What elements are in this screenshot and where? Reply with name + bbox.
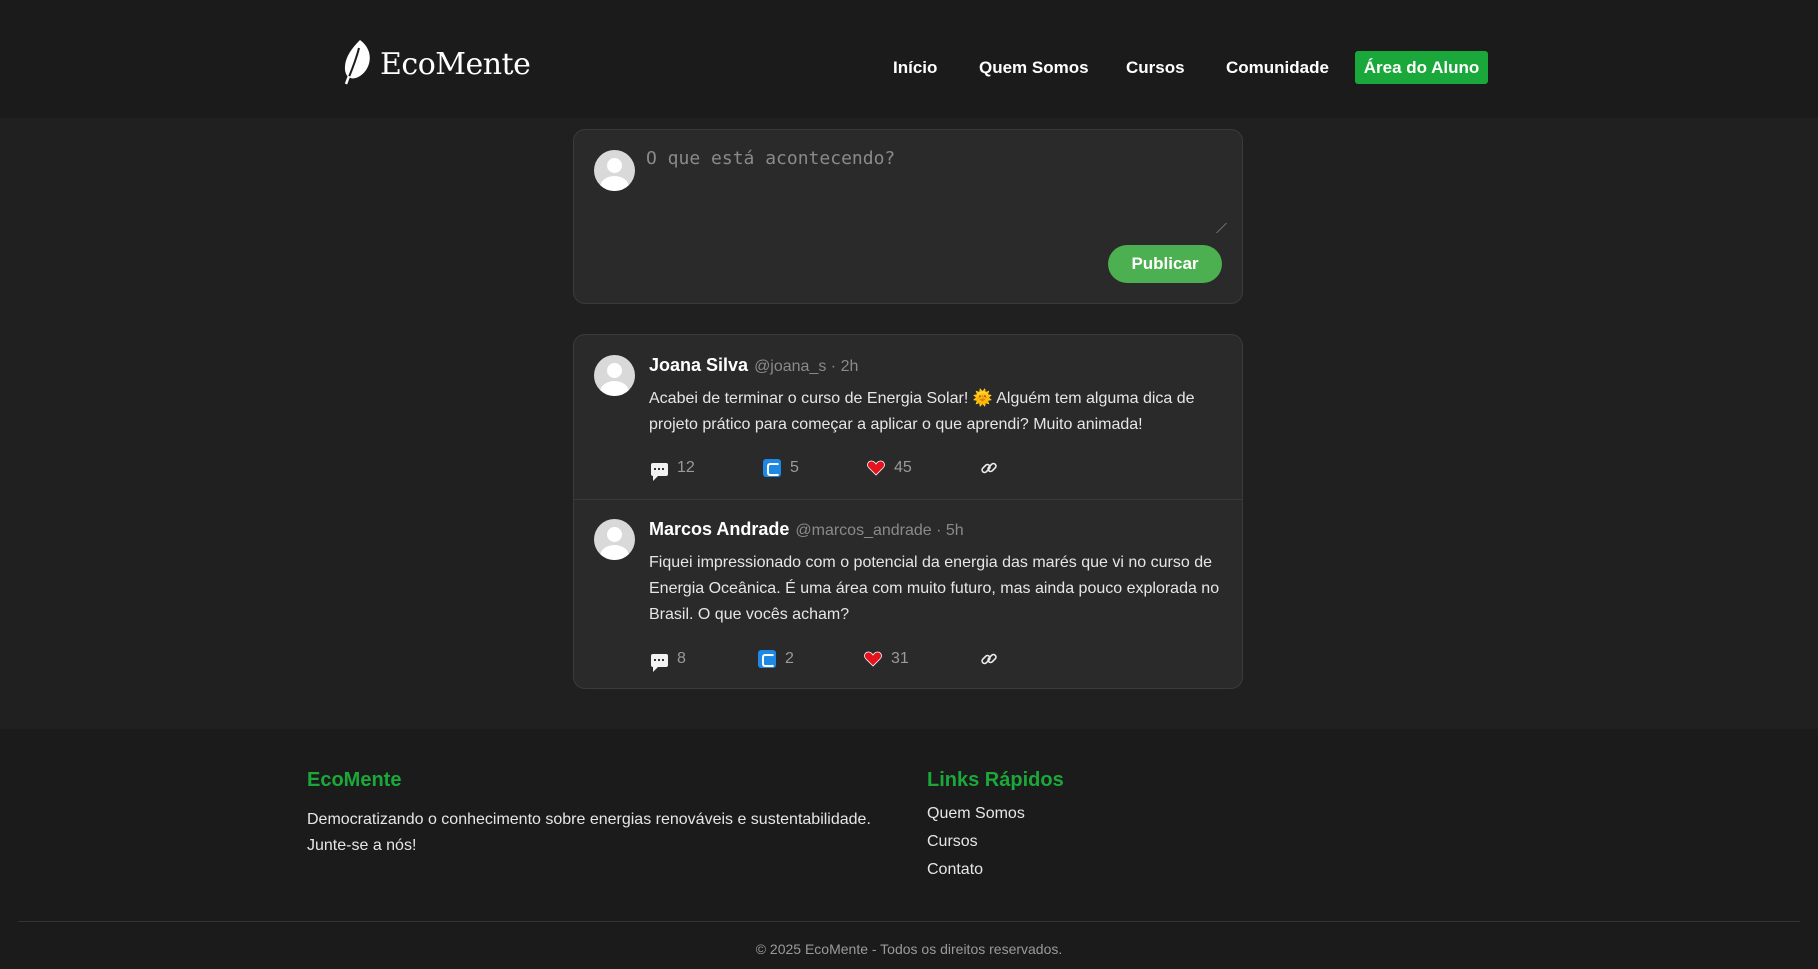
post-meta: @marcos_andrade · 5h: [795, 522, 964, 539]
comment-action[interactable]: 8: [651, 650, 686, 672]
repost-icon: [763, 459, 781, 477]
post-author[interactable]: Marcos Andrade: [649, 519, 789, 539]
post-feed: Joana Silva @joana_s · 2h Acabei de termi…: [573, 334, 1243, 689]
link-icon: [980, 459, 998, 477]
footer-link-cursos[interactable]: Cursos: [927, 833, 978, 851]
copyright-text: © 2025 EcoMente - Todos os direitos rese…: [755, 941, 1063, 957]
post-meta: @joana_s · 2h: [754, 358, 859, 375]
footer-link-contato[interactable]: Contato: [927, 861, 983, 879]
leaf-icon: [340, 38, 374, 91]
footer-about-title: EcoMente: [307, 769, 402, 791]
brand-name: EcoMente: [380, 47, 531, 82]
site-header: EcoMente Início Quem Somos Cursos Comuni…: [0, 0, 1818, 118]
comment-count: 12: [677, 459, 695, 476]
comment-action[interactable]: 12: [651, 459, 695, 481]
repost-icon: [758, 650, 776, 668]
brand-logo[interactable]: EcoMente: [340, 38, 531, 91]
publish-button[interactable]: Publicar: [1108, 245, 1222, 283]
site-footer: EcoMente Democratizando o conhecimento s…: [0, 729, 1818, 969]
repost-action[interactable]: 2: [758, 650, 794, 668]
post-header: Marcos Andrade @marcos_andrade · 5h: [649, 519, 964, 540]
footer-links-title: Links Rápidos: [927, 769, 1064, 791]
share-link-action[interactable]: [980, 650, 998, 668]
avatar[interactable]: [594, 355, 635, 396]
like-action[interactable]: 31: [864, 650, 909, 668]
repost-count: 5: [790, 459, 799, 476]
heart-icon: [864, 651, 882, 667]
avatar[interactable]: [594, 519, 635, 560]
post-item: Marcos Andrade @marcos_andrade · 5h Fique…: [574, 499, 1242, 688]
post-header: Joana Silva @joana_s · 2h: [649, 355, 858, 376]
repost-count: 2: [785, 650, 794, 667]
avatar: [594, 150, 635, 191]
nav-link-comunidade[interactable]: Comunidade: [1226, 58, 1329, 78]
like-action[interactable]: 45: [867, 459, 912, 477]
link-icon: [980, 650, 998, 668]
footer-about-text: Democratizando o conhecimento sobre ener…: [307, 811, 871, 854]
heart-icon: [867, 460, 885, 476]
comment-icon: [651, 462, 668, 481]
repost-action[interactable]: 5: [763, 459, 799, 477]
post-input[interactable]: [646, 148, 1221, 238]
post-composer: Publicar: [573, 129, 1243, 304]
nav-link-cursos[interactable]: Cursos: [1126, 58, 1185, 78]
post-text: Fiquei impressionado com o potencial da …: [649, 554, 1220, 623]
post-item: Joana Silva @joana_s · 2h Acabei de termi…: [574, 335, 1242, 499]
footer-link-quem-somos[interactable]: Quem Somos: [927, 805, 1025, 823]
like-count: 45: [894, 459, 912, 476]
nav-link-inicio[interactable]: Início: [893, 58, 937, 78]
share-link-action[interactable]: [980, 459, 998, 477]
footer-divider: [18, 921, 1800, 922]
student-area-button[interactable]: Área do Aluno: [1355, 51, 1488, 84]
like-count: 31: [891, 650, 909, 667]
post-author[interactable]: Joana Silva: [649, 355, 748, 375]
post-text: Acabei de terminar o curso de Energia So…: [649, 390, 1195, 433]
comment-count: 8: [677, 650, 686, 667]
nav-link-quem-somos[interactable]: Quem Somos: [979, 58, 1089, 78]
comment-icon: [651, 653, 668, 672]
